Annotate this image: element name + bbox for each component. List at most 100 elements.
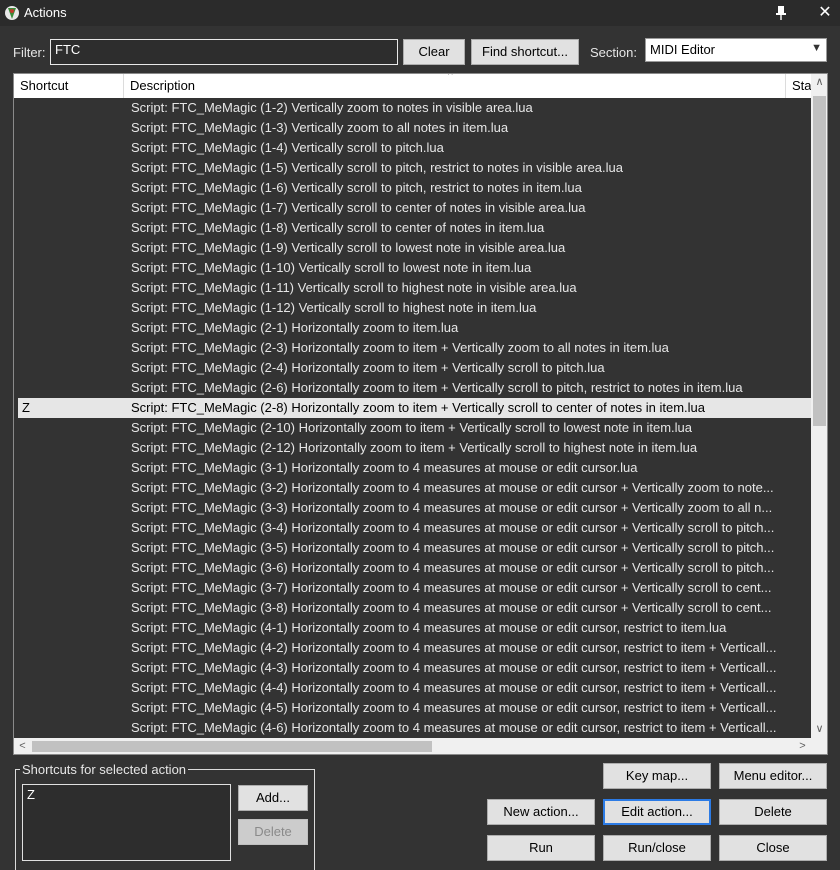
key-map-button[interactable]: Key map... [603, 763, 711, 789]
find-shortcut-button[interactable]: Find shortcut... [471, 39, 579, 65]
column-header-description[interactable]: Description [124, 74, 786, 98]
table-row[interactable]: Script: FTC_MeMagic (2-1) Horizontally z… [18, 318, 811, 338]
row-description: Script: FTC_MeMagic (3-7) Horizontally z… [131, 580, 772, 595]
section-select[interactable]: MIDI Editor ▼ [645, 38, 827, 62]
close-button[interactable]: Close [719, 835, 827, 861]
table-row[interactable]: Script: FTC_MeMagic (4-5) Horizontally z… [18, 698, 811, 718]
row-description: Script: FTC_MeMagic (4-5) Horizontally z… [131, 700, 777, 715]
row-description: Script: FTC_MeMagic (1-12) Vertically sc… [131, 300, 537, 315]
new-action-button[interactable]: New action... [487, 799, 595, 825]
section-select-value: MIDI Editor [650, 42, 716, 57]
scroll-left-icon[interactable]: < [14, 738, 31, 754]
table-row[interactable]: Script: FTC_MeMagic (1-3) Vertically zoo… [18, 118, 811, 138]
scroll-down-icon[interactable]: ∨ [811, 721, 827, 738]
table-row[interactable]: Script: FTC_MeMagic (4-4) Horizontally z… [18, 678, 811, 698]
table-row[interactable]: Script: FTC_MeMagic (1-6) Vertically scr… [18, 178, 811, 198]
table-row[interactable]: Script: FTC_MeMagic (1-10) Vertically sc… [18, 258, 811, 278]
window-title: Actions [24, 5, 67, 20]
row-description: Script: FTC_MeMagic (3-8) Horizontally z… [131, 600, 772, 615]
row-description: Script: FTC_MeMagic (2-10) Horizontally … [131, 420, 692, 435]
filter-input[interactable]: FTC [50, 39, 398, 65]
row-description: Script: FTC_MeMagic (1-11) Vertically sc… [131, 280, 577, 295]
row-description: Script: FTC_MeMagic (2-3) Horizontally z… [131, 340, 669, 355]
table-row[interactable]: Script: FTC_MeMagic (3-3) Horizontally z… [18, 498, 811, 518]
row-description: Script: FTC_MeMagic (4-6) Horizontally z… [131, 720, 777, 735]
table-row[interactable]: Z Script: FTC_MeMagic (2-8) Horizontally … [18, 398, 811, 418]
row-description: Script: FTC_MeMagic (1-3) Vertically zoo… [131, 120, 509, 135]
clear-button[interactable]: Clear [403, 39, 465, 65]
table-row[interactable]: Script: FTC_MeMagic (2-3) Horizontally z… [18, 338, 811, 358]
table-row[interactable]: Script: FTC_MeMagic (1-2) Vertically zoo… [18, 98, 811, 118]
horizontal-scroll-thumb[interactable] [32, 741, 432, 752]
row-description: Script: FTC_MeMagic (2-4) Horizontally z… [131, 360, 605, 375]
list-header: Shortcut Description Sta ^ [14, 74, 811, 98]
row-description: Script: FTC_MeMagic (3-1) Horizontally z… [131, 460, 638, 475]
scrollbar-corner [811, 738, 827, 754]
table-row[interactable]: Script: FTC_MeMagic (4-3) Horizontally z… [18, 658, 811, 678]
actions-list[interactable]: Shortcut Description Sta ^ Script: FTC_M… [13, 73, 828, 755]
shortcuts-group-title: Shortcuts for selected action [20, 762, 189, 777]
row-description: Script: FTC_MeMagic (3-3) Horizontally z… [131, 500, 773, 515]
chevron-down-icon: ▼ [811, 42, 822, 54]
row-description: Script: FTC_MeMagic (1-7) Vertically scr… [131, 200, 586, 215]
column-header-state[interactable]: Sta [786, 74, 811, 98]
section-label: Section: [590, 45, 637, 60]
row-description: Script: FTC_MeMagic (4-2) Horizontally z… [131, 640, 777, 655]
row-description: Script: FTC_MeMagic (4-3) Horizontally z… [131, 660, 777, 675]
menu-editor-button[interactable]: Menu editor... [719, 763, 827, 789]
table-row[interactable]: Script: FTC_MeMagic (3-5) Horizontally z… [18, 538, 811, 558]
table-row[interactable]: Script: FTC_MeMagic (3-4) Horizontally z… [18, 518, 811, 538]
sort-ascending-icon: ^ [448, 73, 453, 81]
table-row[interactable]: Script: FTC_MeMagic (1-9) Vertically scr… [18, 238, 811, 258]
run-button[interactable]: Run [487, 835, 595, 861]
delete-action-button[interactable]: Delete [719, 799, 827, 825]
shortcuts-listbox[interactable]: Z [22, 784, 231, 861]
table-row[interactable]: Script: FTC_MeMagic (4-6) Horizontally z… [18, 718, 811, 736]
table-row[interactable]: Script: FTC_MeMagic (3-2) Horizontally z… [18, 478, 811, 498]
row-description: Script: FTC_MeMagic (3-5) Horizontally z… [131, 540, 775, 555]
row-description: Script: FTC_MeMagic (4-1) Horizontally z… [131, 620, 727, 635]
row-description: Script: FTC_MeMagic (2-12) Horizontally … [131, 440, 698, 455]
vertical-scroll-thumb[interactable] [813, 96, 826, 426]
edit-action-button[interactable]: Edit action... [603, 799, 711, 825]
table-row[interactable]: Script: FTC_MeMagic (1-7) Vertically scr… [18, 198, 811, 218]
row-description: Script: FTC_MeMagic (3-2) Horizontally z… [131, 480, 774, 495]
table-row[interactable]: Script: FTC_MeMagic (4-1) Horizontally z… [18, 618, 811, 638]
row-description: Script: FTC_MeMagic (1-4) Vertically scr… [131, 140, 444, 155]
table-row[interactable]: Script: FTC_MeMagic (2-4) Horizontally z… [18, 358, 811, 378]
table-row[interactable]: Script: FTC_MeMagic (2-6) Horizontally z… [18, 378, 811, 398]
list-rows: Script: FTC_MeMagic (1-2) Vertically zoo… [18, 98, 811, 736]
scroll-right-icon[interactable]: > [794, 738, 811, 754]
table-row[interactable]: Script: FTC_MeMagic (1-11) Vertically sc… [18, 278, 811, 298]
table-row[interactable]: Script: FTC_MeMagic (3-1) Horizontally z… [18, 458, 811, 478]
row-description: Script: FTC_MeMagic (1-6) Vertically scr… [131, 180, 582, 195]
horizontal-scrollbar[interactable]: < > [14, 738, 811, 754]
row-description: Script: FTC_MeMagic (1-10) Vertically sc… [131, 260, 532, 275]
table-row[interactable]: Script: FTC_MeMagic (3-8) Horizontally z… [18, 598, 811, 618]
table-row[interactable]: Script: FTC_MeMagic (1-8) Vertically scr… [18, 218, 811, 238]
column-header-shortcut[interactable]: Shortcut [14, 74, 124, 98]
close-window-icon[interactable]: ✕ [814, 2, 836, 24]
table-row[interactable]: Script: FTC_MeMagic (1-5) Vertically scr… [18, 158, 811, 178]
row-shortcut: Z [22, 400, 30, 415]
table-row[interactable]: Script: FTC_MeMagic (4-2) Horizontally z… [18, 638, 811, 658]
row-description: Script: FTC_MeMagic (2-8) Horizontally z… [131, 400, 706, 415]
add-shortcut-button[interactable]: Add... [238, 785, 308, 811]
row-description: Script: FTC_MeMagic (3-6) Horizontally z… [131, 560, 775, 575]
table-row[interactable]: Script: FTC_MeMagic (3-6) Horizontally z… [18, 558, 811, 578]
row-description: Script: FTC_MeMagic (1-5) Vertically scr… [131, 160, 624, 175]
run-close-button[interactable]: Run/close [603, 835, 711, 861]
table-row[interactable]: Script: FTC_MeMagic (1-4) Vertically scr… [18, 138, 811, 158]
pin-icon[interactable] [770, 2, 792, 24]
table-row[interactable]: Script: FTC_MeMagic (2-10) Horizontally … [18, 418, 811, 438]
row-description: Script: FTC_MeMagic (1-8) Vertically scr… [131, 220, 545, 235]
table-row[interactable]: Script: FTC_MeMagic (3-7) Horizontally z… [18, 578, 811, 598]
scroll-up-icon[interactable]: ∧ [811, 74, 827, 91]
vertical-scrollbar[interactable]: ∧ ∨ [811, 74, 827, 738]
row-description: Script: FTC_MeMagic (4-4) Horizontally z… [131, 680, 777, 695]
reaper-app-icon [5, 6, 19, 20]
delete-shortcut-button[interactable]: Delete [238, 819, 308, 845]
table-row[interactable]: Script: FTC_MeMagic (1-12) Vertically sc… [18, 298, 811, 318]
row-description: Script: FTC_MeMagic (2-1) Horizontally z… [131, 320, 459, 335]
table-row[interactable]: Script: FTC_MeMagic (2-12) Horizontally … [18, 438, 811, 458]
